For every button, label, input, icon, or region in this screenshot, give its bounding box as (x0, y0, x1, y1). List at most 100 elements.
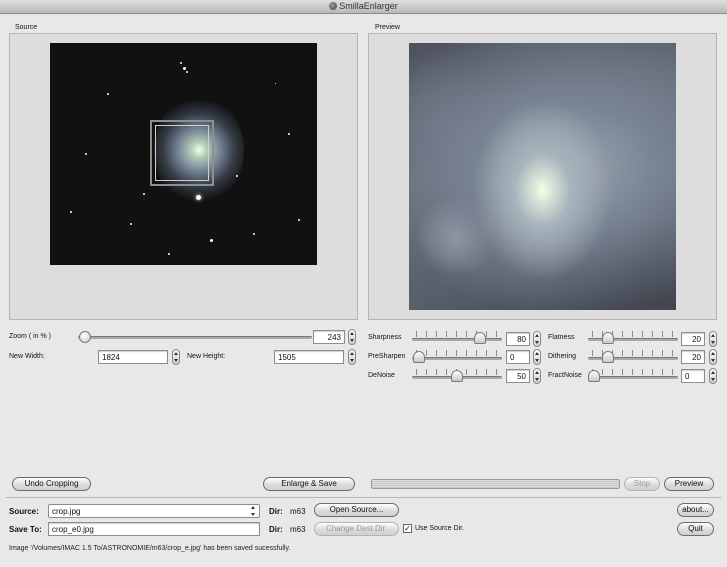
progress-bar (371, 479, 620, 489)
flatness-label: Flatness (548, 334, 575, 341)
sharpness-slider-track[interactable] (412, 338, 502, 341)
status-message: Image '/Volumes/IMAC 1.5 To/ASTRONOMIE/m… (9, 545, 291, 552)
dithering-stepper[interactable] (709, 349, 717, 365)
denoise-stepper[interactable] (533, 368, 541, 384)
new-height-field[interactable]: 1505 (274, 350, 344, 364)
dithering-slider-thumb[interactable] (602, 351, 614, 363)
new-height-stepper[interactable] (348, 349, 356, 365)
save-to-field[interactable]: crop_e0.jpg (48, 522, 260, 536)
enlarge-save-button[interactable]: Enlarge & Save (263, 477, 355, 491)
source-file-combo[interactable]: crop.jpg (48, 504, 260, 518)
stepper-down-icon[interactable] (350, 359, 354, 362)
denoise-field[interactable]: 50 (506, 369, 530, 383)
flatness-slider-thumb[interactable] (602, 332, 614, 344)
fractnoise-slider-thumb[interactable] (588, 370, 600, 382)
stepper-up-icon[interactable] (350, 352, 354, 355)
use-source-dir-label: Use Source Dir. (415, 525, 465, 532)
presharpen-label: PreSharpen (368, 353, 406, 360)
stepper-up-icon[interactable] (174, 352, 178, 355)
star (130, 223, 132, 225)
star (275, 83, 276, 84)
zoom-field[interactable]: 243 (313, 330, 345, 344)
presharpen-field[interactable]: 0 (506, 350, 530, 364)
stepper-down-icon[interactable] (350, 339, 354, 342)
about-button[interactable]: about... (677, 503, 714, 517)
star (168, 253, 170, 255)
stepper-down-icon[interactable] (174, 359, 178, 362)
stepper-down-icon[interactable] (711, 359, 715, 362)
star (143, 193, 145, 195)
star (183, 67, 186, 70)
stepper-up-icon[interactable] (711, 334, 715, 337)
star (186, 71, 188, 73)
flatness-stepper[interactable] (709, 331, 717, 347)
fractnoise-stepper[interactable] (709, 368, 717, 384)
fractnoise-field[interactable]: 0 (681, 369, 705, 383)
sharpness-ticks (416, 331, 501, 337)
dithering-label: Dithering (548, 353, 577, 360)
new-height-label: New Height: (187, 353, 226, 360)
window-title-container: SmillaEnlarger (0, 1, 727, 11)
presharpen-slider-track[interactable] (412, 357, 502, 360)
combo-arrows-icon[interactable] (248, 506, 258, 516)
change-dest-dir-button[interactable]: Change Dest.Dir. (314, 522, 399, 536)
source-dir-value: m63 (290, 507, 306, 516)
star (210, 239, 213, 242)
dithering-field[interactable]: 20 (681, 350, 705, 364)
star (196, 195, 201, 200)
star (70, 211, 72, 213)
star (107, 93, 109, 95)
fractnoise-slider-track[interactable] (588, 376, 678, 379)
preview-panel-label: Preview (375, 24, 400, 31)
fractnoise-ticks (592, 369, 677, 375)
star (180, 62, 182, 64)
preview-button[interactable]: Preview (664, 477, 714, 491)
stepper-down-icon[interactable] (711, 378, 715, 381)
stepper-down-icon[interactable] (535, 378, 539, 381)
save-to-label: Save To: (9, 525, 42, 534)
stepper-up-icon[interactable] (350, 332, 354, 335)
source-panel-label: Source (15, 24, 38, 31)
star (85, 153, 87, 155)
source-image[interactable] (50, 43, 317, 265)
app-icon (329, 2, 338, 10)
presharpen-slider-thumb[interactable] (413, 351, 425, 363)
stepper-up-icon[interactable] (711, 371, 715, 374)
sharpness-stepper[interactable] (533, 331, 541, 347)
presharpen-stepper[interactable] (533, 349, 541, 365)
section-divider (6, 497, 721, 498)
sharpness-label: Sharpness (368, 334, 402, 341)
sharpness-field[interactable]: 80 (506, 332, 530, 346)
new-width-field[interactable]: 1824 (98, 350, 168, 364)
source-file-value: crop.jpg (52, 507, 81, 516)
stepper-down-icon[interactable] (535, 359, 539, 362)
zoom-slider-thumb[interactable] (79, 331, 91, 343)
stepper-up-icon[interactable] (535, 352, 539, 355)
new-width-stepper[interactable] (172, 349, 180, 365)
flatness-field[interactable]: 20 (681, 332, 705, 346)
dest-dir-label: Dir: (269, 525, 283, 534)
stepper-up-icon[interactable] (535, 371, 539, 374)
window-title: SmillaEnlarger (339, 1, 398, 11)
dest-dir-value: m63 (290, 525, 306, 534)
denoise-slider-thumb[interactable] (451, 370, 463, 382)
undo-cropping-button[interactable]: Undo Cropping (12, 477, 91, 491)
stepper-up-icon[interactable] (711, 352, 715, 355)
new-width-label: New Width: (9, 353, 45, 360)
star (236, 175, 238, 177)
stepper-down-icon[interactable] (711, 341, 715, 344)
preview-image (409, 43, 676, 310)
stop-button[interactable]: Stop (624, 477, 660, 491)
zoom-stepper[interactable] (348, 329, 356, 345)
stepper-up-icon[interactable] (535, 334, 539, 337)
sharpness-slider-thumb[interactable] (474, 332, 486, 344)
crop-inner-frame (155, 125, 209, 181)
open-source-button[interactable]: Open Source... (314, 503, 399, 517)
denoise-label: DeNoise (368, 372, 395, 379)
use-source-dir-checkbox[interactable]: ✓ (403, 524, 412, 533)
zoom-slider-track[interactable] (78, 336, 312, 339)
stepper-down-icon[interactable] (535, 341, 539, 344)
star (288, 133, 290, 135)
quit-button[interactable]: Quit (677, 522, 714, 536)
title-bar: SmillaEnlarger (0, 0, 727, 14)
